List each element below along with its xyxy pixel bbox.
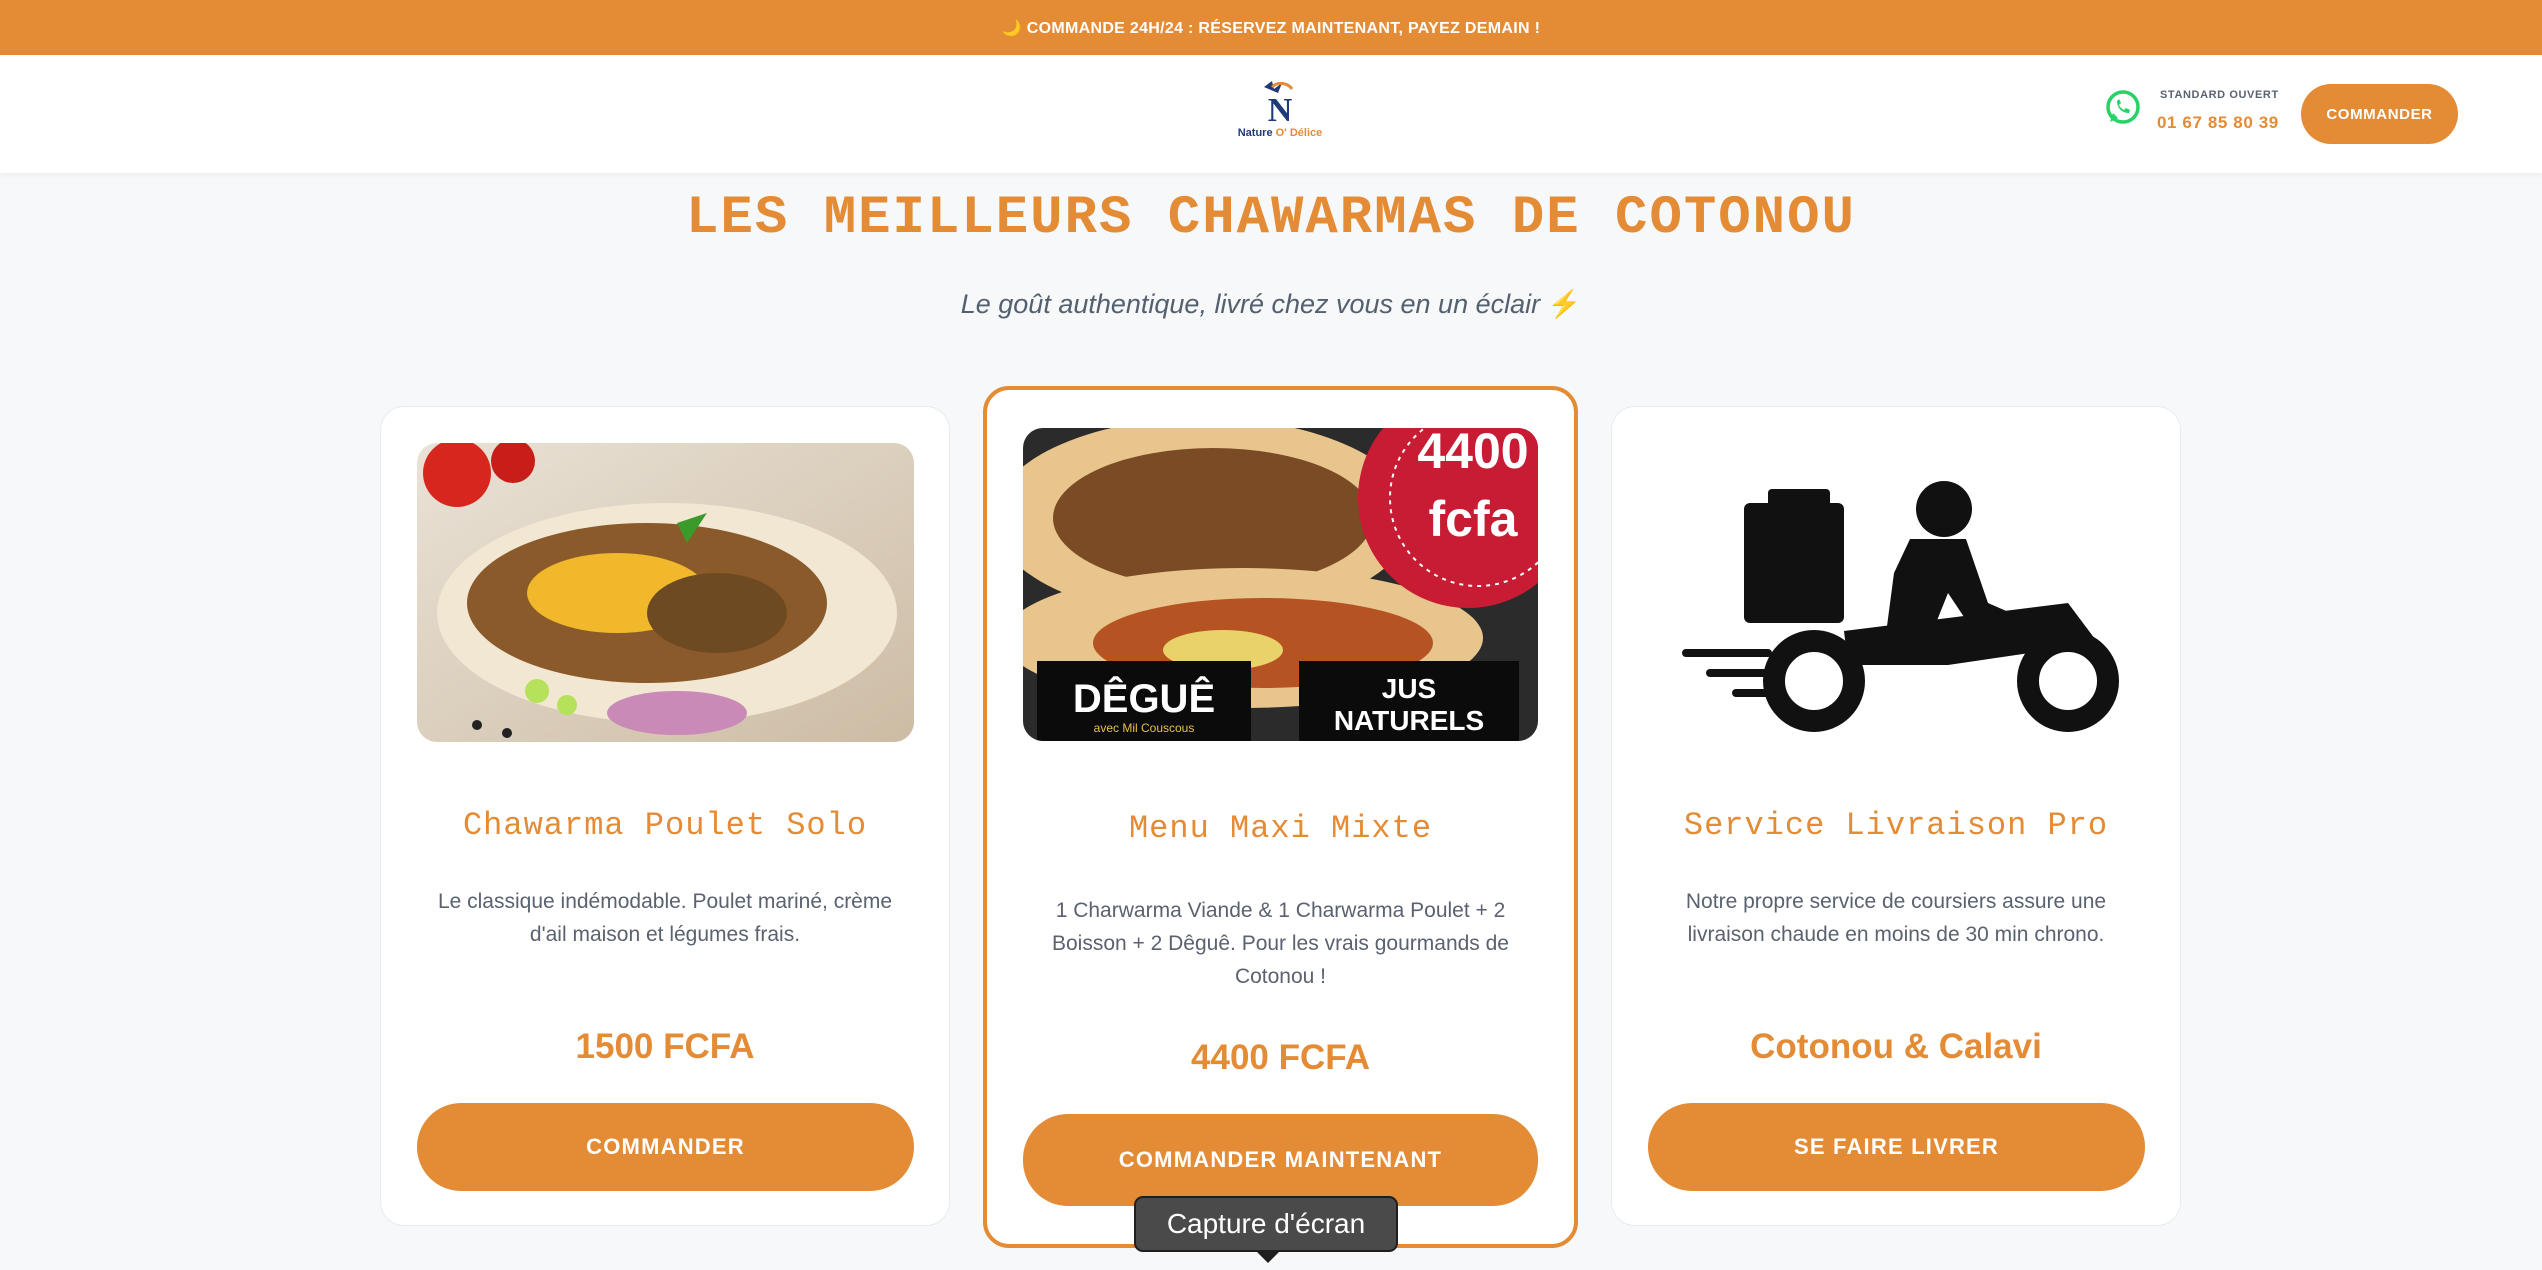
site-header: N Nature O' Délice STANDARD OUVERT 01 67… [0, 55, 2542, 173]
delivery-moto-icon [1648, 443, 2145, 742]
product-card-menu-maxi: 4400 fcfa DÊGUÊ avec Mil Couscous JUS NA… [983, 386, 1578, 1248]
screenshot-tooltip: Capture d'écran [1134, 1196, 1398, 1252]
service-card-delivery: Service Livraison Pro Notre propre servi… [1611, 406, 2181, 1226]
page-subtitle: Le goût authentique, livré chez vous en … [960, 289, 1582, 319]
svg-text:DÊGUÊ: DÊGUÊ [1073, 675, 1215, 721]
header-order-button[interactable]: COMMANDER [2301, 84, 2458, 144]
card-price: 1500 FCFA [575, 1027, 755, 1066]
svg-text:fcfa: fcfa [1429, 491, 1519, 547]
tooltip-arrow [1256, 1251, 1280, 1263]
svg-text:avec Mil Couscous: avec Mil Couscous [1094, 721, 1195, 735]
product-card-chawarma-poulet: Chawarma Poulet Solo Le classique indémo… [380, 406, 950, 1226]
svg-text:N: N [1268, 92, 1293, 125]
card-title: Service Livraison Pro [1683, 807, 2109, 844]
order-now-button[interactable]: COMMANDER MAINTENANT [1023, 1114, 1538, 1206]
announcement-text: 🌙 COMMANDE 24H/24 : RÉSERVEZ MAINTENANT,… [1001, 19, 1541, 37]
delivery-button[interactable]: SE FAIRE LIVRER [1648, 1103, 2145, 1191]
lightning-icon: ⚡ [1547, 289, 1582, 319]
phone-number[interactable]: 01 67 85 80 39 [2157, 113, 2279, 133]
whatsapp-icon[interactable] [2104, 88, 2142, 126]
chawarma-photo [417, 443, 914, 742]
svg-text:NATURELS: NATURELS [1334, 705, 1484, 736]
menu-maxi-photo: 4400 fcfa DÊGUÊ avec Mil Couscous JUS NA… [1023, 428, 1538, 741]
card-title: Menu Maxi Mixte [1128, 810, 1433, 847]
announcement-bar: 🌙 COMMANDE 24H/24 : RÉSERVEZ MAINTENANT,… [0, 0, 2542, 55]
card-description: Notre propre service de coursiers assure… [1685, 890, 2107, 946]
logo-text: Nature O' Délice [1237, 127, 1323, 139]
svg-text:4400: 4400 [1417, 428, 1528, 479]
logo[interactable]: N Nature O' Délice [1234, 77, 1326, 149]
order-button[interactable]: COMMANDER [417, 1103, 914, 1191]
card-description: Le classique indémodable. Poulet mariné,… [437, 890, 893, 946]
card-title: Chawarma Poulet Solo [462, 807, 868, 844]
card-price: 4400 FCFA [1191, 1038, 1370, 1077]
standard-label: STANDARD OUVERT [2160, 89, 2279, 101]
card-coverage: Cotonou & Calavi [1750, 1027, 2042, 1066]
card-description: 1 Charwarma Viande & 1 Charwarma Poulet … [1051, 899, 1509, 988]
svg-text:JUS: JUS [1382, 673, 1436, 704]
logo-icon: N [1264, 81, 1294, 125]
page-title: LES MEILLEURS CHAWARMAS DE COTONOU [686, 188, 1856, 249]
